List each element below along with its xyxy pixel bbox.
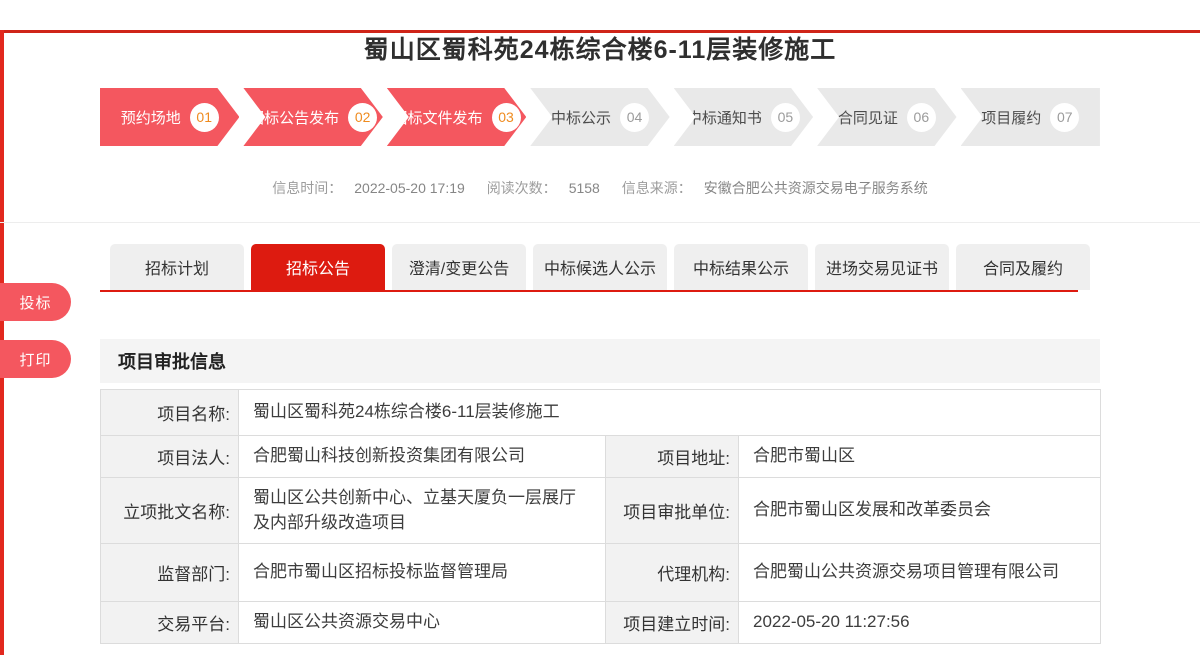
progress-step-06: 合同见证 06 [817, 88, 956, 146]
tab-1[interactable]: 招标计划 [110, 244, 244, 290]
step-label: 预约场地 [121, 107, 181, 128]
info-source-label: 信息来源： [622, 180, 692, 196]
read-count-label: 阅读次数： [487, 180, 557, 196]
bid-button[interactable]: 投标 [0, 283, 71, 321]
main-content: 预约场地 01 招标公告发布 02 招标文件发布 03 中标公示 04 中标通知书 05 合同见证 0… [100, 88, 1100, 644]
info-time-value: 2022-05-20 17:19 [354, 180, 465, 196]
field-label: 立项批文名称: [101, 478, 239, 544]
table-row: 交易平台:蜀山区公共资源交易中心项目建立时间:2022-05-20 11:27:… [101, 602, 1101, 644]
step-label: 招标文件发布 [393, 107, 483, 128]
tab-4[interactable]: 中标候选人公示 [533, 244, 667, 290]
section-header-project-approval: 项目审批信息 [100, 339, 1100, 383]
field-label: 代理机构: [606, 544, 739, 602]
section-title: 项目审批信息 [118, 348, 226, 374]
tabs-top-divider [0, 222, 1200, 223]
project-approval-table: 项目名称:蜀山区蜀科苑24栋综合楼6-11层装修施工项目法人:合肥蜀山科技创新投… [100, 389, 1101, 644]
step-number-badge: 05 [771, 103, 800, 132]
step-number-badge: 03 [492, 103, 521, 132]
field-label: 监督部门: [101, 544, 239, 602]
tab-2-active[interactable]: 招标公告 [251, 244, 385, 290]
step-label: 中标通知书 [687, 107, 762, 128]
field-value: 合肥市蜀山区招标投标监督管理局 [239, 544, 606, 602]
page-title: 蜀山区蜀科苑24栋综合楼6-11层装修施工 [0, 30, 1200, 66]
field-label: 交易平台: [101, 602, 239, 644]
field-value: 合肥蜀山公共资源交易项目管理有限公司 [739, 544, 1101, 602]
step-number-badge: 02 [348, 103, 377, 132]
step-label: 项目履约 [981, 107, 1041, 128]
table-row: 立项批文名称:蜀山区公共创新中心、立基天厦负一层展厅及内部升级改造项目项目审批单… [101, 478, 1101, 544]
meta-info-line: 信息时间： 2022-05-20 17:19 阅读次数： 5158 信息来源： 安徽合… [100, 178, 1100, 198]
info-source-value: 安徽合肥公共资源交易电子服务系统 [704, 180, 928, 196]
print-button[interactable]: 打印 [0, 340, 71, 378]
tab-7[interactable]: 合同及履约 [956, 244, 1090, 290]
field-label: 项目审批单位: [606, 478, 739, 544]
field-value: 合肥蜀山科技创新投资集团有限公司 [239, 436, 606, 478]
step-label: 合同见证 [838, 107, 898, 128]
progress-step-01: 预约场地 01 [100, 88, 239, 146]
field-value: 2022-05-20 11:27:56 [739, 602, 1101, 644]
step-number-badge: 06 [907, 103, 936, 132]
tabs-red-underline [100, 290, 1078, 292]
field-label: 项目建立时间: [606, 602, 739, 644]
progress-step-02: 招标公告发布 02 [243, 88, 382, 146]
step-number-badge: 04 [620, 103, 649, 132]
step-label: 招标公告发布 [249, 107, 339, 128]
field-value: 蜀山区公共创新中心、立基天厦负一层展厅及内部升级改造项目 [239, 478, 606, 544]
top-red-border [0, 30, 1200, 33]
info-time-label: 信息时间： [272, 180, 342, 196]
field-label: 项目地址: [606, 436, 739, 478]
field-value: 合肥市蜀山区 [739, 436, 1101, 478]
progress-steps: 预约场地 01 招标公告发布 02 招标文件发布 03 中标公示 04 中标通知书 05 合同见证 0… [100, 88, 1100, 146]
progress-step-03: 招标文件发布 03 [387, 88, 526, 146]
tab-6[interactable]: 进场交易见证书 [815, 244, 949, 290]
step-label: 中标公示 [551, 107, 611, 128]
table-row: 监督部门:合肥市蜀山区招标投标监督管理局代理机构:合肥蜀山公共资源交易项目管理有… [101, 544, 1101, 602]
step-number-badge: 01 [190, 103, 219, 132]
tab-3[interactable]: 澄清/变更公告 [392, 244, 526, 290]
field-label: 项目法人: [101, 436, 239, 478]
field-value: 蜀山区公共资源交易中心 [239, 602, 606, 644]
table-row: 项目名称:蜀山区蜀科苑24栋综合楼6-11层装修施工 [101, 390, 1101, 436]
field-value: 合肥市蜀山区发展和改革委员会 [739, 478, 1101, 544]
progress-step-04: 中标公示 04 [530, 88, 669, 146]
progress-step-05: 中标通知书 05 [674, 88, 813, 146]
tab-5[interactable]: 中标结果公示 [674, 244, 808, 290]
table-row: 项目法人:合肥蜀山科技创新投资集团有限公司项目地址:合肥市蜀山区 [101, 436, 1101, 478]
step-number-badge: 07 [1050, 103, 1079, 132]
tab-bar: 招标计划招标公告澄清/变更公告中标候选人公示中标结果公示进场交易见证书合同及履约 [100, 244, 1100, 290]
progress-step-07: 项目履约 07 [961, 88, 1100, 146]
read-count-value: 5158 [569, 180, 600, 196]
field-label: 项目名称: [101, 390, 239, 436]
field-value: 蜀山区蜀科苑24栋综合楼6-11层装修施工 [239, 390, 1101, 436]
